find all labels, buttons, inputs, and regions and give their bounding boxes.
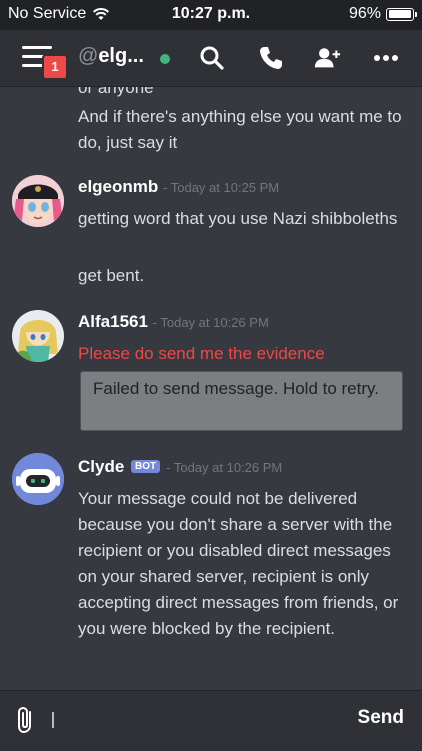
- avatar[interactable]: [12, 310, 64, 362]
- username: Alfa1561: [78, 312, 148, 331]
- message-text: Your message could not be delivered beca…: [78, 489, 399, 638]
- timestamp: - Today at 10:26 PM: [166, 460, 283, 475]
- clyde-bot-icon: [12, 453, 64, 505]
- status-bar: No Service 10:27 p.m. 96%: [0, 0, 422, 30]
- avatar[interactable]: [12, 453, 64, 505]
- username: Clyde: [78, 457, 125, 476]
- battery-percent: 96%: [348, 5, 381, 22]
- message-author[interactable]: Alfa1561 - Today at 10:26 PM: [78, 312, 269, 332]
- message-author[interactable]: Clyde BOT - Today at 10:26 PM: [78, 457, 282, 477]
- message-text: And if there's anything else you want me…: [78, 107, 402, 152]
- message-list[interactable]: or anyone And if there's anything else y…: [0, 87, 422, 690]
- failed-message-text[interactable]: Please do send me the evidence: [78, 341, 408, 367]
- message-input[interactable]: [48, 709, 342, 735]
- message-author[interactable]: elgeonmb - Today at 10:25 PM: [78, 177, 279, 197]
- username: elgeonmb: [78, 177, 159, 196]
- more-icon[interactable]: [372, 44, 400, 72]
- avatar-image: [12, 175, 64, 227]
- avatar-image: [12, 310, 64, 362]
- message-composer: Send: [0, 690, 422, 751]
- phone-icon[interactable]: [257, 44, 285, 72]
- add-friend-icon[interactable]: [313, 44, 341, 72]
- failed-to-send-notice[interactable]: Failed to send message. Hold to retry.: [80, 371, 403, 431]
- timestamp: - Today at 10:26 PM: [152, 315, 269, 330]
- message-text: get bent.: [78, 266, 145, 285]
- message-text: getting word that you use Nazi shibbolet…: [78, 209, 398, 228]
- channel-name: elg...: [98, 45, 144, 67]
- bot-tag: BOT: [131, 460, 161, 473]
- text-cursor: [52, 712, 54, 728]
- battery-indicator: 96%: [348, 5, 417, 23]
- avatar[interactable]: [12, 175, 64, 227]
- timestamp: - Today at 10:25 PM: [163, 180, 280, 195]
- battery-fill: [388, 10, 411, 18]
- online-status-dot: [160, 54, 170, 64]
- channel-title[interactable]: @elg...: [78, 45, 144, 68]
- paperclip-icon[interactable]: [16, 706, 36, 734]
- search-icon[interactable]: [198, 44, 226, 72]
- battery-icon: [386, 7, 417, 21]
- send-button[interactable]: Send: [358, 707, 404, 729]
- message-text-clipped: or anyone: [78, 87, 154, 97]
- channel-at-symbol: @: [78, 45, 99, 67]
- unread-badge: 1: [42, 54, 68, 80]
- top-nav-bar: 1 @elg...: [0, 30, 422, 87]
